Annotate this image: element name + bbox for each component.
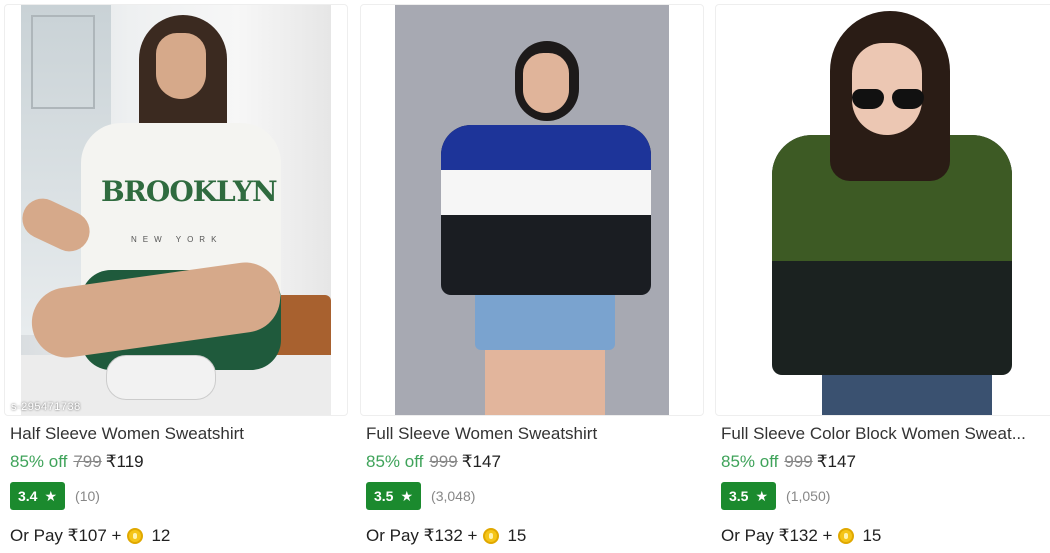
product-title[interactable]: Full Sleeve Color Block Women Sweat... [721, 424, 1050, 444]
original-price: 999 [429, 452, 458, 471]
original-price: 799 [73, 452, 102, 471]
rating-row: 3.5 ★ (1,050) [721, 482, 830, 510]
rating-row: 3.5 ★ (3,048) [366, 482, 475, 510]
product-title[interactable]: Half Sleeve Women Sweatshirt [10, 424, 346, 444]
rating-row: 3.4 ★ (10) [10, 482, 100, 510]
star-icon: ★ [400, 488, 414, 504]
coin-icon [838, 528, 855, 544]
rating-badge: 3.4 ★ [10, 482, 66, 510]
product-image[interactable] [715, 4, 1050, 416]
coin-pay-row: Or Pay ₹132 + 15 [721, 526, 881, 546]
price-row: 85% off 999 ₹147 [721, 452, 856, 472]
product-image[interactable] [360, 4, 704, 416]
sale-price: ₹147 [816, 452, 856, 471]
product-image[interactable]: BROOKLYN NEW YORK s-295471738 [4, 4, 348, 416]
star-icon: ★ [755, 488, 769, 504]
discount-label: 85% off [10, 452, 68, 471]
product-title[interactable]: Full Sleeve Women Sweatshirt [366, 424, 702, 444]
review-count: (3,048) [431, 488, 476, 504]
discount-label: 85% off [721, 452, 779, 471]
star-icon: ★ [44, 488, 58, 504]
product-card[interactable]: BROOKLYN NEW YORK s-295471738 Half Sleev… [4, 0, 352, 553]
image-watermark: s-295471738 [11, 401, 81, 413]
review-count: (10) [75, 488, 100, 504]
review-count: (1,050) [786, 488, 831, 504]
coin-pay-row: Or Pay ₹107 + 12 [10, 526, 170, 546]
tee-print-subtext: NEW YORK [131, 235, 223, 244]
rating-value: 3.4 [18, 488, 38, 504]
tee-print-text: BROOKLYN [101, 175, 278, 208]
coin-count: 15 [507, 526, 527, 545]
rating-value: 3.5 [729, 488, 749, 504]
pay-amount: Or Pay ₹132 + [721, 526, 833, 545]
rating-badge: 3.5 ★ [366, 482, 422, 510]
rating-value: 3.5 [374, 488, 394, 504]
product-grid: BROOKLYN NEW YORK s-295471738 Half Sleev… [0, 0, 1050, 553]
sale-price: ₹119 [105, 452, 144, 471]
price-row: 85% off 999 ₹147 [366, 452, 501, 472]
product-card[interactable]: Full Sleeve Color Block Women Sweat... 8… [715, 0, 1050, 553]
pay-amount: Or Pay ₹107 + [10, 526, 122, 545]
coin-count: 12 [151, 526, 171, 545]
product-photo [732, 5, 1042, 415]
rating-badge: 3.5 ★ [721, 482, 777, 510]
product-card[interactable]: Full Sleeve Women Sweatshirt 85% off 999 ₹… [360, 0, 708, 553]
original-price: 999 [784, 452, 813, 471]
coin-count: 15 [862, 526, 882, 545]
price-row: 85% off 799 ₹119 [10, 452, 144, 472]
product-photo [395, 5, 669, 415]
pay-amount: Or Pay ₹132 + [366, 526, 478, 545]
coin-icon [127, 528, 144, 544]
product-photo: BROOKLYN NEW YORK [21, 5, 331, 415]
coin-icon [483, 528, 500, 544]
discount-label: 85% off [366, 452, 424, 471]
sale-price: ₹147 [461, 452, 501, 471]
coin-pay-row: Or Pay ₹132 + 15 [366, 526, 526, 546]
